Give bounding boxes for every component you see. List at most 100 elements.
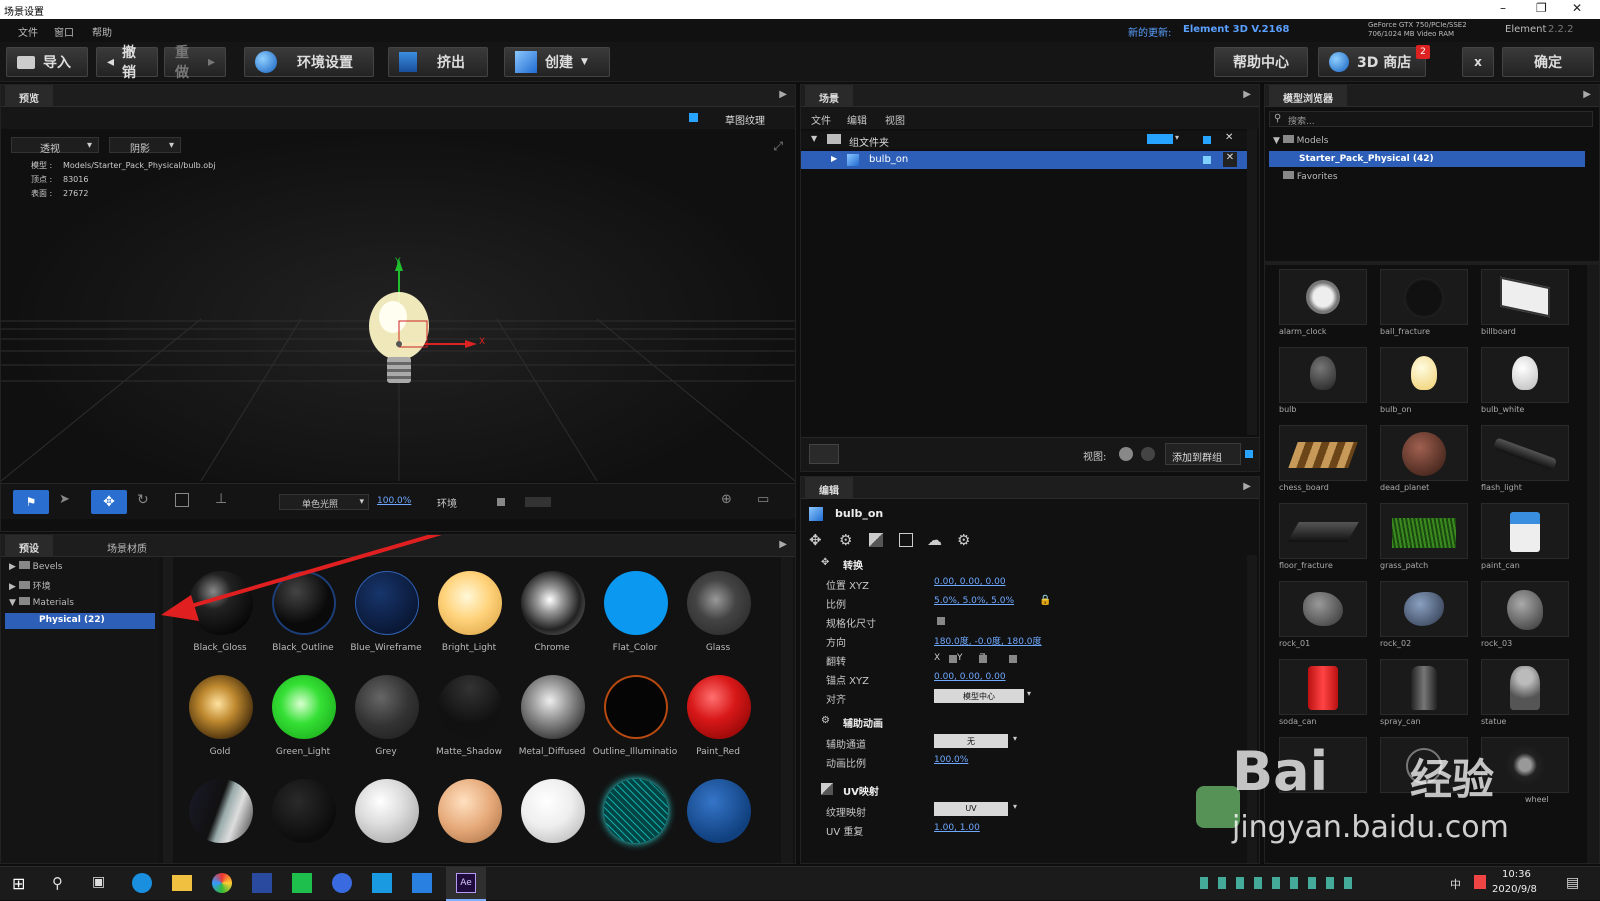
menu-window[interactable]: 窗口 [54,24,74,39]
tab-edit[interactable]: 编辑 [805,477,853,499]
material-sphere-15[interactable] [189,779,253,843]
update-version[interactable]: Element 3D V.2168 [1183,24,1289,35]
move-icon[interactable]: ✥ [809,531,822,549]
help-center-button[interactable]: 帮助中心 [1214,47,1308,77]
scene-scrollbar[interactable] [1247,129,1257,435]
material-sphere-20[interactable] [604,779,668,843]
scene-item-row[interactable]: ▶ bulb_on ✕ [801,151,1249,169]
extrude-button[interactable]: 挤出 [388,47,488,77]
system-tray-icons[interactable] [1200,877,1360,889]
view-sphere-alt-icon[interactable] [1141,447,1155,461]
maximize-icon[interactable]: ⤢ [773,139,783,154]
model-rock-03[interactable] [1481,581,1569,637]
material-sphere-19[interactable] [521,779,585,843]
scale-value[interactable]: 5.0%, 5.0%, 5.0% [934,596,1014,606]
scene-menu-file[interactable]: 文件 [811,112,831,127]
move-icon[interactable]: ✥ [91,490,127,514]
tab-preview[interactable]: 预览 [5,85,53,107]
model-chess-board[interactable] [1279,425,1367,481]
model-bulb-white[interactable] [1481,347,1569,403]
chevron-down-icon[interactable]: ▾ [1175,133,1179,142]
browser-icon[interactable] [132,873,152,893]
gear-icon[interactable]: ⚙ [957,531,970,549]
file-explorer-icon[interactable] [172,875,192,891]
tree-item-favorites[interactable]: Favorites [1283,171,1338,182]
tree-item-physical[interactable]: Physical (22) [5,613,155,629]
scene-menu-view[interactable]: 视图 [885,112,905,127]
expand-down-icon[interactable]: ▼ [811,134,817,143]
view-mode-select[interactable]: 透视 ▾ [11,137,99,155]
checker-icon[interactable] [869,533,883,547]
texture-mapping-select[interactable]: UV [934,802,1008,816]
camera-icon[interactable]: ⚑ [13,490,49,514]
model-rock-01[interactable] [1279,581,1367,637]
group-color-swatch[interactable] [1147,134,1173,144]
flip-z-checkbox[interactable] [1009,655,1017,663]
normalize-checkbox[interactable] [937,617,945,625]
item-remove-icon[interactable]: ✕ [1223,152,1237,167]
tree-item-environment[interactable]: ▶ 环境 [9,579,51,592]
tree-item-models[interactable]: ▼ Models [1273,135,1328,146]
tray-app-icon[interactable] [1474,875,1486,889]
tab-model-browser[interactable]: 模型浏览器 [1269,85,1347,107]
uv-repeat-value[interactable]: 1.00, 1.00 [934,823,980,833]
tab-presets[interactable]: 预设 [5,535,53,557]
clock-date[interactable]: 2020/9/8 [1492,884,1537,895]
material-scrollbar[interactable] [781,557,793,863]
material-grey[interactable] [355,675,419,739]
expand-right-icon[interactable]: ▶ [831,154,837,163]
material-sphere-17[interactable] [355,779,419,843]
after-effects-tab[interactable]: Ae [446,867,486,901]
light-mode-select[interactable]: 单色光照 ▾ [279,494,369,510]
collapse-arrow-icon[interactable]: ▶ [1243,481,1251,492]
add-group-checkbox[interactable] [1245,450,1253,458]
collapse-arrow-icon[interactable]: ▶ [779,539,787,550]
model-bulb-on[interactable] [1380,347,1468,403]
collapse-arrow-icon[interactable]: ▶ [779,89,787,100]
windows-start-icon[interactable]: ⊞ [12,874,25,893]
collapse-arrow-icon[interactable]: ▶ [1243,89,1251,100]
material-outline-illumination[interactable] [604,675,668,739]
target-icon[interactable]: ⊕ [721,492,732,507]
zoom-value[interactable]: 100.0% [377,496,411,506]
store-button[interactable]: 3D 商店 [1318,47,1426,77]
lock-icon[interactable]: 🔒 [1039,595,1051,606]
aux-channel-select[interactable]: 无 [934,734,1008,748]
tree-item-starter-pack[interactable]: Starter_Pack_Physical (42) [1269,151,1585,167]
chevron-down-icon[interactable]: ▾ [1013,802,1017,811]
restore-icon[interactable]: ❐ [1536,1,1547,15]
collapse-arrow-icon[interactable]: ▶ [1583,89,1591,100]
chevron-down-icon[interactable]: ▾ [1013,734,1017,743]
draft-texture-checkbox[interactable] [689,113,698,122]
viewport[interactable]: Y X 透视 ▾ 阴影 ▾ ⤢ 模型 : Models/Starter_Pack_… [1,129,795,481]
app-icon-1[interactable] [252,873,272,893]
scene-group-row[interactable]: ▼ 组文件夹 ▾ ✕ [801,131,1249,149]
item-visible-checkbox[interactable] [1203,156,1211,164]
notification-icon[interactable]: ▤ [1566,875,1579,891]
model-grass-patch[interactable] [1380,503,1468,559]
align-select[interactable]: 模型中心 [934,689,1024,703]
material-metal-diffused[interactable] [521,675,585,739]
model-dead-planet[interactable] [1380,425,1468,481]
monitor-icon[interactable]: ▭ [757,492,769,507]
rotate-icon[interactable]: ↻ [137,492,149,508]
select-arrow-icon[interactable]: ➤ [59,492,70,507]
shadow-select[interactable]: 阴影 ▾ [109,137,181,155]
view-sphere-icon[interactable] [1119,447,1133,461]
ime-indicator[interactable]: 中 [1450,876,1461,892]
tab-scene[interactable]: 场景 [805,85,853,107]
model-floor-fracture[interactable] [1279,503,1367,559]
settings-cog-icon[interactable]: ⚙ [839,531,852,549]
app-icon-2[interactable] [292,873,312,893]
group-visible-checkbox[interactable] [1203,136,1211,144]
redo-button[interactable]: 重做 ▸ [164,45,226,81]
uv-square-icon[interactable] [899,533,913,547]
model-statue[interactable] [1481,659,1569,715]
app-icon-5[interactable] [412,873,432,893]
menu-help[interactable]: 帮助 [92,24,112,39]
browser-scrollbar[interactable] [1587,265,1599,863]
orientation-value[interactable]: 180.0度, -0.0度, 180.0度 [934,634,1042,647]
search-icon[interactable]: ⚲ [52,874,63,892]
create-button[interactable]: 创建 ▼ [504,47,610,77]
flip-x-checkbox[interactable] [949,655,957,663]
